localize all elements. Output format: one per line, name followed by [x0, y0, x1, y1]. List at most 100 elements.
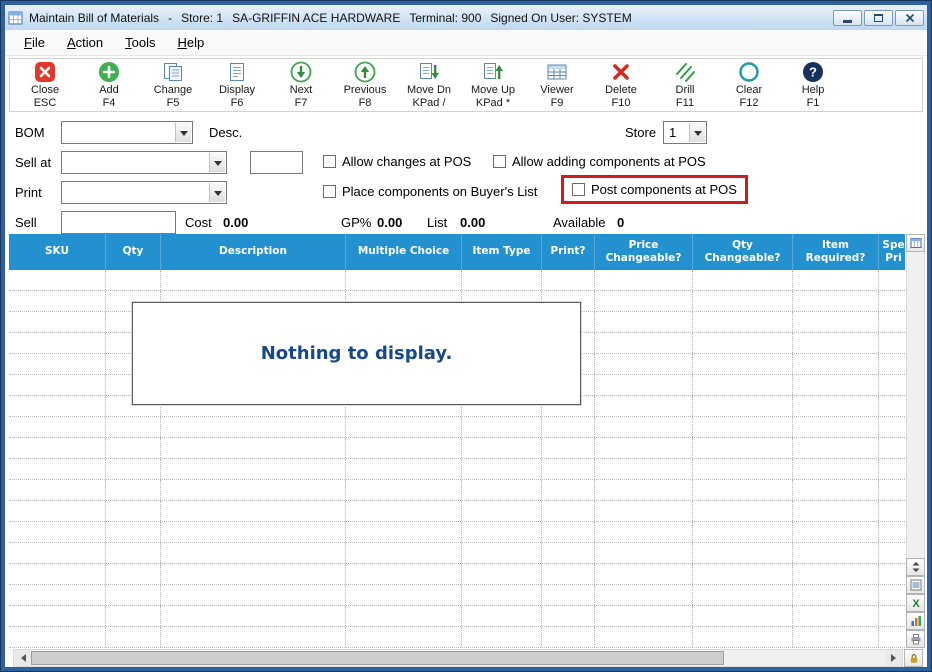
print-label: Print — [15, 185, 42, 200]
toolbar-display-button[interactable]: Display F6 — [205, 60, 269, 110]
maximize-button[interactable] — [864, 10, 893, 26]
toolbar-move-up-button[interactable]: Move Up KPad * — [461, 60, 525, 110]
grid-cell — [542, 627, 595, 647]
column-header-print[interactable]: Print? — [542, 234, 595, 270]
grid-cell — [793, 417, 879, 437]
grid-cell — [9, 543, 106, 563]
grid-cell — [346, 606, 462, 626]
allow-adding-checkbox[interactable]: Allow adding components at POS — [493, 154, 706, 169]
toolbar-close-button[interactable]: Close ESC — [13, 60, 77, 110]
grid-cell — [793, 459, 879, 479]
chevron-down-icon[interactable] — [175, 123, 191, 142]
minimize-button[interactable] — [833, 10, 862, 26]
post-components-highlight: Post components at POS — [561, 175, 748, 204]
chevron-down-icon[interactable] — [209, 153, 225, 172]
column-header-multiple-choice[interactable]: Multiple Choice — [346, 234, 462, 270]
layout-button[interactable] — [906, 576, 925, 594]
grid-cell — [693, 396, 793, 416]
grid-cell — [793, 333, 879, 353]
grid-cell — [793, 270, 879, 290]
column-header-spec-price[interactable]: Spe Pri — [879, 234, 905, 270]
grid-cell — [693, 375, 793, 395]
menu-file[interactable]: File — [13, 31, 56, 54]
titlebar: Maintain Bill of Materials - Store: 1 SA… — [5, 5, 927, 30]
menu-help[interactable]: Help — [166, 31, 215, 54]
grid-row — [9, 627, 905, 648]
export-button[interactable]: X — [906, 594, 925, 612]
grid-cell — [793, 375, 879, 395]
grid-menu-button[interactable] — [906, 234, 925, 252]
sell-at-label: Sell at — [15, 155, 51, 170]
grid-cell — [542, 459, 595, 479]
grid-cell — [693, 354, 793, 374]
grid-cell — [9, 354, 106, 374]
column-header-description[interactable]: Description — [161, 234, 346, 270]
toolbar-button-key: F5 — [167, 97, 180, 110]
grid-cell — [462, 417, 542, 437]
column-header-item-type[interactable]: Item Type — [462, 234, 542, 270]
menu-tools[interactable]: Tools — [114, 31, 166, 54]
checkbox-box — [572, 183, 585, 196]
menu-action[interactable]: Action — [56, 31, 114, 54]
close-window-icon — [905, 13, 915, 23]
grid-cell — [106, 627, 161, 647]
toolbar-help-button[interactable]: ? Help F1 — [781, 60, 845, 110]
allow-changes-checkbox[interactable]: Allow changes at POS — [323, 154, 471, 169]
toolbar-clear-button[interactable]: Clear F12 — [717, 60, 781, 110]
grid-cell — [462, 459, 542, 479]
grid-cell — [793, 480, 879, 500]
print-combo[interactable] — [61, 181, 227, 204]
toolbar-add-button[interactable]: Add F4 — [77, 60, 141, 110]
lock-button[interactable] — [904, 649, 923, 667]
buyers-list-checkbox[interactable]: Place components on Buyer's List — [323, 184, 537, 199]
grid-cell — [9, 417, 106, 437]
lock-icon — [908, 652, 920, 664]
toolbar-previous-button[interactable]: Previous F8 — [333, 60, 397, 110]
chart-button[interactable] — [906, 612, 925, 630]
toolbar-change-button[interactable]: Change F5 — [141, 60, 205, 110]
toolbar-button-label: Change — [154, 84, 193, 97]
next-icon — [290, 60, 312, 84]
toolbar-move-down-button[interactable]: Move Dn KPad / — [397, 60, 461, 110]
scroll-left-arrow[interactable] — [14, 650, 31, 666]
checkbox-label: Allow changes at POS — [342, 154, 471, 169]
sell-field[interactable] — [61, 211, 176, 234]
display-icon — [226, 60, 248, 84]
column-header-sku[interactable]: SKU — [9, 234, 106, 270]
grid-cell — [879, 438, 905, 458]
cost-value: 0.00 — [223, 215, 248, 230]
row-size-button[interactable] — [906, 558, 925, 576]
toolbar-button-label: Next — [290, 84, 313, 97]
vertical-scrollbar-track[interactable] — [906, 252, 925, 558]
sell-at-aux-field[interactable] — [250, 151, 303, 174]
column-header-qty[interactable]: Qty — [106, 234, 161, 270]
print-button[interactable] — [906, 630, 925, 648]
sell-at-combo[interactable] — [61, 151, 227, 174]
toolbar-drill-button[interactable]: Drill F11 — [653, 60, 717, 110]
toolbar-viewer-button[interactable]: Viewer F9 — [525, 60, 589, 110]
horizontal-scrollbar-thumb[interactable] — [31, 651, 724, 665]
toolbar-button-label: Move Up — [471, 84, 515, 97]
grid-cell — [161, 438, 346, 458]
column-header-item-required[interactable]: Item Required? — [793, 234, 879, 270]
column-header-qty-changeable[interactable]: Qty Changeable? — [693, 234, 793, 270]
close-window-button[interactable] — [895, 10, 924, 26]
post-components-checkbox[interactable]: Post components at POS — [572, 182, 737, 197]
toolbar-next-button[interactable]: Next F7 — [269, 60, 333, 110]
app-icon — [8, 10, 24, 26]
chevron-down-icon[interactable] — [209, 183, 225, 202]
add-icon — [98, 60, 120, 84]
grid-body: Nothing to display. — [9, 270, 905, 648]
grid-cell — [161, 543, 346, 563]
grid-cell — [462, 606, 542, 626]
bom-combo[interactable] — [61, 121, 193, 144]
store-combo[interactable]: 1 — [663, 121, 707, 144]
grid-cell — [9, 291, 106, 311]
horizontal-scrollbar[interactable] — [13, 649, 903, 667]
window-title: Maintain Bill of Materials — [29, 11, 159, 25]
grid-cell — [161, 564, 346, 584]
toolbar-delete-button[interactable]: Delete F10 — [589, 60, 653, 110]
column-header-price-changeable[interactable]: Price Changeable? — [595, 234, 693, 270]
scroll-right-arrow[interactable] — [885, 650, 902, 666]
chevron-down-icon[interactable] — [689, 123, 705, 142]
